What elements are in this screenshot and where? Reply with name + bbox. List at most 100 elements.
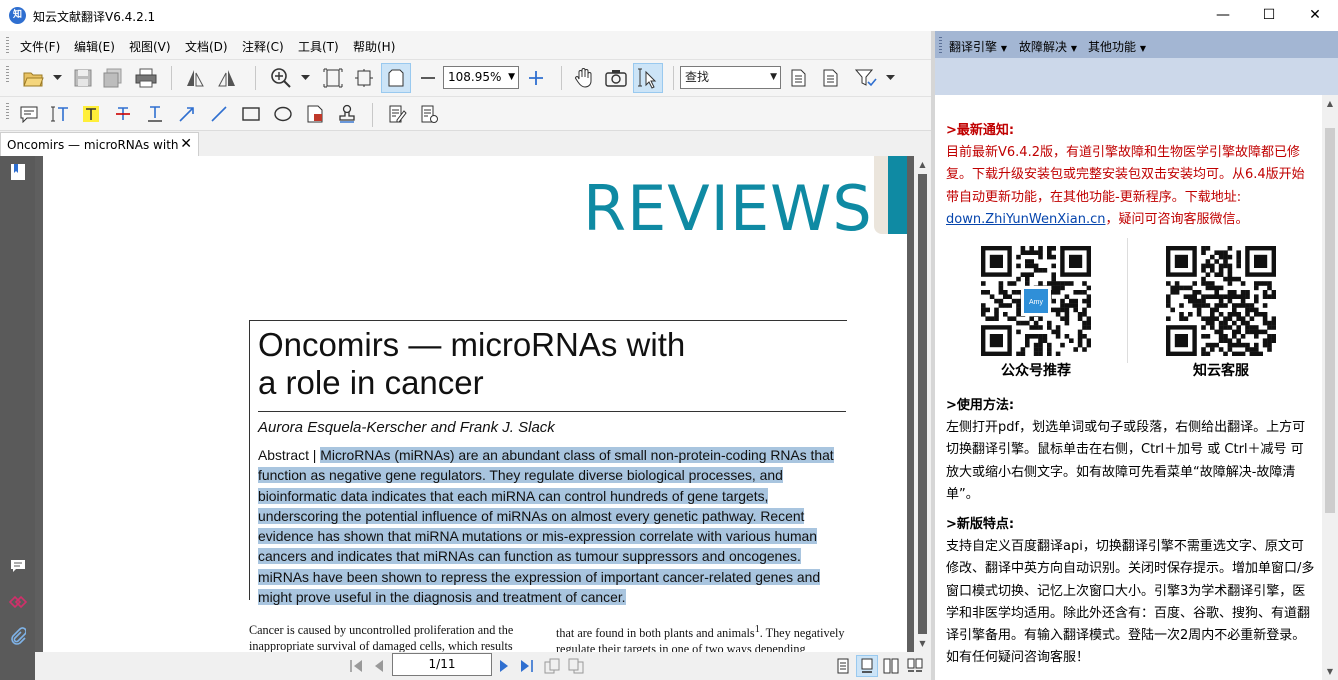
last-page-icon[interactable]: [518, 657, 536, 675]
scroll-up-icon[interactable]: ▲: [914, 156, 931, 173]
menu-help[interactable]: 帮助(H): [353, 38, 395, 55]
close-window-button[interactable]: ✕: [1292, 0, 1338, 31]
zoom-plus-icon[interactable]: [521, 63, 551, 93]
menu-troubleshooting[interactable]: 故障解决 ▼: [1019, 38, 1077, 55]
scroll-down-icon[interactable]: ▼: [1322, 663, 1338, 680]
qr-badge-text: Amy: [1029, 299, 1044, 306]
chevron-down-icon: ▼: [508, 72, 515, 82]
strikeout-text-icon[interactable]: [108, 99, 138, 129]
menu-translation-engine[interactable]: 翻译引擎 ▼: [949, 38, 1007, 55]
arrow-draw-icon[interactable]: [172, 99, 202, 129]
menu-file[interactable]: 文件(F): [20, 38, 60, 55]
go-back-view-icon[interactable]: [543, 657, 561, 675]
abstract-paragraph[interactable]: Abstract | MicroRNAs (miRNAs) are an abu…: [258, 445, 848, 607]
maximize-button[interactable]: ☐: [1246, 0, 1292, 31]
title-frame-rule: [249, 320, 250, 600]
underline-text-icon[interactable]: [140, 99, 170, 129]
zoom-out-icon[interactable]: [413, 63, 443, 93]
open-folder-icon[interactable]: [18, 63, 48, 93]
zoom-select[interactable]: 108.95% ▼: [443, 66, 519, 89]
stamp-icon[interactable]: [332, 99, 362, 129]
menu-other-functions[interactable]: 其他功能 ▼: [1088, 38, 1146, 55]
scroll-thumb[interactable]: [1325, 128, 1335, 513]
open-dropdown-icon[interactable]: [48, 63, 66, 93]
document-tab-strip: Oncomirs — microRNAs with ✕: [0, 130, 931, 157]
translation-panel-content[interactable]: >最新通知: 目前最新V6.4.2版，有道引擎故障和生物医学引擎故障都已修复。下…: [935, 95, 1322, 680]
menu-document[interactable]: 文档(D): [185, 38, 228, 55]
pdf-page[interactable]: REVIEWS Oncomirs — microRNAs with a role…: [43, 156, 907, 652]
next-page-icon[interactable]: [495, 657, 513, 675]
page-navigation-bar: 1/11: [35, 652, 931, 680]
bookmark-icon[interactable]: [8, 162, 28, 182]
first-page-icon[interactable]: [347, 657, 365, 675]
download-link[interactable]: down.ZhiYunWenXian.cn: [946, 212, 1105, 227]
translation-panel-scrollbar[interactable]: ▲ ▼: [1322, 95, 1338, 680]
previous-page-icon[interactable]: [370, 657, 388, 675]
image-insert-icon[interactable]: [300, 99, 330, 129]
rotate-right-icon[interactable]: [212, 63, 242, 93]
save-icon[interactable]: [68, 63, 98, 93]
attachment-paperclip-icon[interactable]: [8, 626, 28, 646]
menu-annotation[interactable]: 注释(C): [242, 38, 284, 55]
pdf-viewer[interactable]: REVIEWS Oncomirs — microRNAs with a role…: [35, 156, 914, 652]
fit-width-icon[interactable]: [349, 63, 379, 93]
document-tab[interactable]: Oncomirs — microRNAs with ✕: [0, 132, 199, 157]
hand-tool-icon[interactable]: [569, 63, 599, 93]
abstract-selected-text[interactable]: MicroRNAs (miRNAs) are an abundant class…: [258, 447, 834, 606]
filter-dropdown-icon[interactable]: [881, 63, 899, 93]
continuous-facing-view-icon[interactable]: [904, 655, 926, 677]
annotation-properties-icon[interactable]: [414, 99, 444, 129]
edit-annotation-icon[interactable]: [382, 99, 412, 129]
rotate-left-icon[interactable]: [180, 63, 210, 93]
app-logo-icon: 知: [9, 7, 26, 24]
continuous-view-icon[interactable]: [856, 655, 878, 677]
annotation-filter-icon[interactable]: [851, 63, 881, 93]
page-number-input[interactable]: 1/11: [392, 653, 492, 676]
usage-text: 左侧打开pdf，划选单词或句子或段落，右侧给出翻译。上方可切换翻译引擎。鼠标单击…: [946, 420, 1306, 502]
line-draw-icon[interactable]: [204, 99, 234, 129]
scroll-thumb[interactable]: [918, 174, 927, 634]
minimize-button[interactable]: —: [1200, 0, 1246, 31]
close-tab-icon[interactable]: ✕: [180, 136, 192, 152]
article-title-line: Oncomirs — microRNAs with: [258, 326, 686, 363]
facing-pages-view-icon[interactable]: [880, 655, 902, 677]
go-forward-view-icon[interactable]: [567, 657, 585, 675]
qr-right-label: 知云客服: [1193, 363, 1249, 379]
select-text-icon[interactable]: [633, 63, 663, 93]
panel-grip-icon: [939, 37, 942, 53]
abstract-label: Abstract |: [258, 447, 321, 463]
scroll-up-icon[interactable]: ▲: [1322, 95, 1338, 112]
zoom-in-icon[interactable]: [266, 63, 296, 93]
qr-divider: [1127, 238, 1128, 363]
notice-section: >最新通知: 目前最新V6.4.2版，有道引擎故障和生物医学引擎故障都已修复。下…: [946, 120, 1316, 231]
customer-service-qr-icon: [1166, 246, 1276, 356]
features-section: >新版特点: 支持自定义百度翻译api，切换翻译引擎不需重选文字、原文可修改、翻…: [946, 514, 1316, 669]
zoom-dropdown-icon[interactable]: [296, 63, 314, 93]
print-icon[interactable]: [131, 63, 161, 93]
menu-label: 故障解决: [1019, 40, 1068, 54]
actual-size-icon[interactable]: [381, 63, 411, 93]
snapshot-camera-icon[interactable]: [601, 63, 631, 93]
scroll-down-icon[interactable]: ▼: [914, 635, 931, 652]
find-input[interactable]: 查找 ▼: [680, 66, 781, 89]
text-cursor-icon[interactable]: [45, 99, 75, 129]
note-comment-icon[interactable]: [14, 99, 44, 129]
viewer-vertical-scrollbar[interactable]: ▲ ▼: [914, 156, 931, 652]
usage-section: >使用方法: 左侧打开pdf，划选单词或句子或段落，右侧给出翻译。上方可切换翻译…: [946, 395, 1316, 506]
toolbar-separator: [171, 66, 172, 90]
menu-view[interactable]: 视图(V): [129, 38, 171, 55]
menu-tools[interactable]: 工具(T): [298, 38, 339, 55]
comments-panel-icon[interactable]: [8, 556, 28, 576]
fit-page-icon[interactable]: [318, 63, 348, 93]
ellipse-draw-icon[interactable]: [268, 99, 298, 129]
save-all-icon[interactable]: [98, 63, 128, 93]
layers-icon[interactable]: [8, 592, 28, 612]
highlight-text-icon[interactable]: [76, 99, 106, 129]
menu-edit[interactable]: 编辑(E): [74, 38, 115, 55]
find-next-icon[interactable]: [815, 63, 845, 93]
rectangle-draw-icon[interactable]: [236, 99, 266, 129]
single-page-view-icon[interactable]: [832, 655, 854, 677]
notice-text: 目前最新V6.4.2版，有道引擎故障和生物医学引擎故障都已修复。下载升级安装包或…: [946, 142, 1316, 231]
find-previous-icon[interactable]: [783, 63, 813, 93]
menu-label: 翻译引擎: [949, 40, 998, 54]
